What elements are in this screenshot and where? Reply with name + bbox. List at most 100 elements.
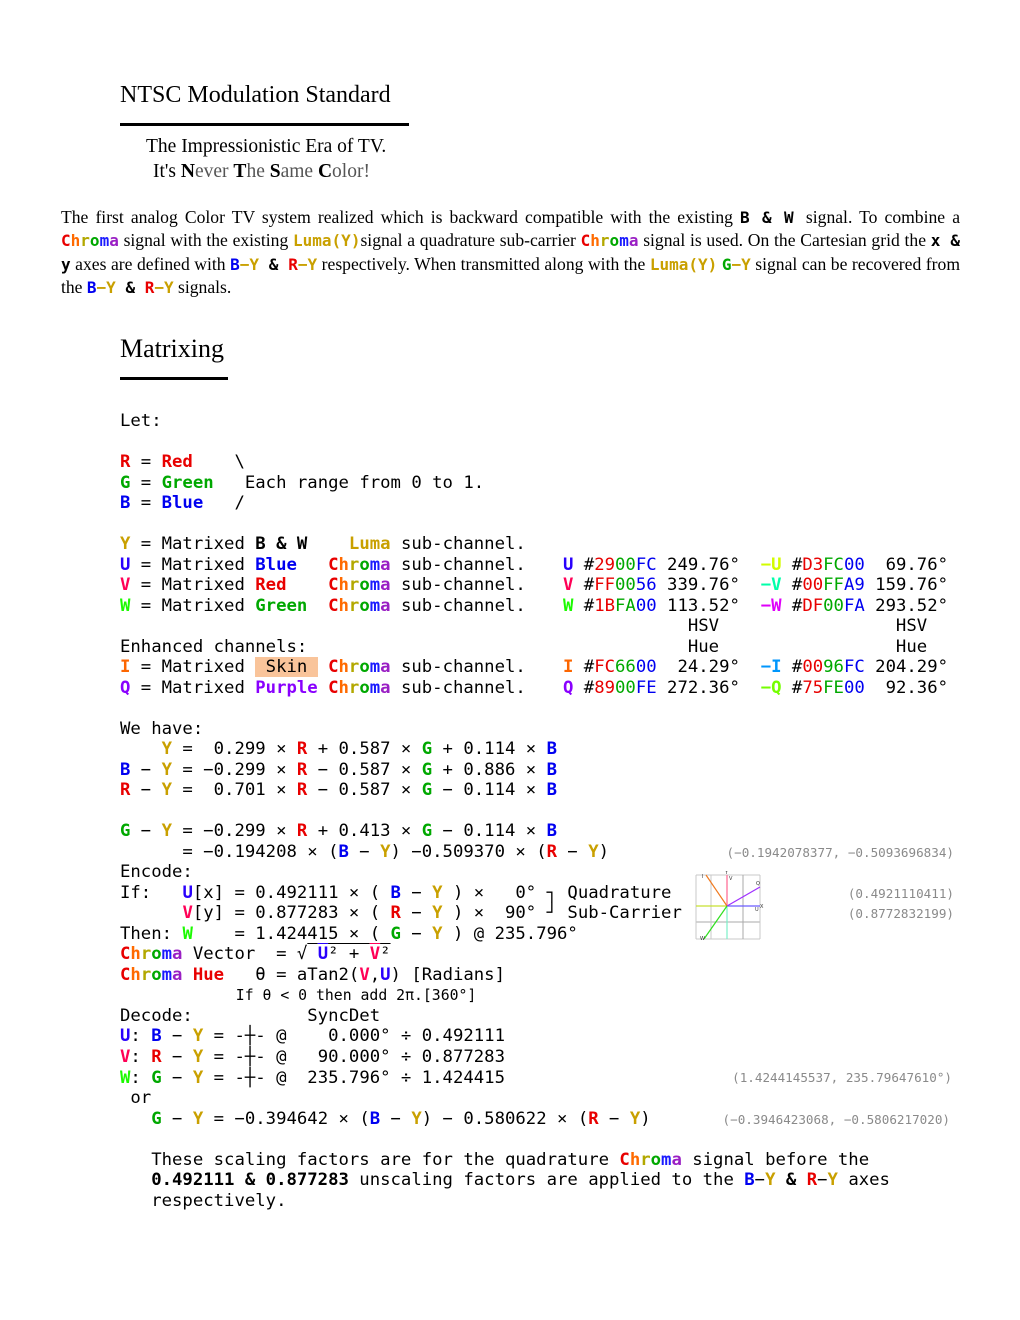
text-segment: # xyxy=(781,595,803,616)
text-segment xyxy=(318,657,328,677)
text-segment: 69.76° xyxy=(864,554,948,575)
colored-term-y: Y xyxy=(192,1067,204,1088)
note-gy-uv: (−0.3946423068, −0.5806217020) xyxy=(722,1112,950,1127)
colored-term-b: B xyxy=(546,739,558,760)
text-segment: # xyxy=(573,595,595,616)
table-row xyxy=(563,493,948,514)
colored-term-g: 00 xyxy=(615,677,636,698)
colored-term-w: W xyxy=(120,595,131,616)
colored-term-r: 00 xyxy=(802,657,824,678)
colored-term-r: R xyxy=(120,452,131,473)
text-segment xyxy=(120,739,162,759)
equation-line: respectively. xyxy=(120,1191,890,1212)
equation-line: U: B − Y = -┼- @ 0.000° ÷ 0.492111 xyxy=(120,1026,890,1047)
colored-term-b: B xyxy=(390,882,401,903)
colored-term-r: 00 xyxy=(802,575,824,596)
chroma-letter: h xyxy=(338,657,349,678)
text-segment: # xyxy=(573,554,595,575)
chroma-letter: a xyxy=(380,554,391,575)
subtitle-segment: ever xyxy=(194,161,234,182)
equation-line: V: R − Y = -┼- @ 90.000° ÷ 0.877283 xyxy=(120,1047,890,1068)
vector-i xyxy=(705,874,728,907)
chroma-letter: C xyxy=(328,554,339,575)
colored-term-g: Green xyxy=(161,472,214,493)
diagram-grid xyxy=(695,874,761,940)
diagram-label-v: V xyxy=(729,876,733,882)
text-segment: 159.76° xyxy=(864,575,948,596)
equation-line: G − Y = −0.299 × R + 0.413 × G − 0.114 ×… xyxy=(120,821,890,842)
colored-term-b: 00 xyxy=(843,554,865,575)
text-segment: − xyxy=(598,1108,630,1129)
equation-line: Y = 0.299 × R + 0.587 × G + 0.114 × B xyxy=(120,739,890,760)
chroma-letter: r xyxy=(348,595,360,616)
text-segment: axes are defined with xyxy=(70,253,231,274)
chroma-letter: h xyxy=(338,677,349,698)
colored-term-y: Y xyxy=(629,1108,641,1129)
chroma-letter: h xyxy=(338,575,349,596)
note-gy-coefficients: (−0.1942078377, −0.5093696834) xyxy=(726,845,954,860)
equation-line: If θ < 0 then add 2π.[360°] xyxy=(120,985,890,1006)
colored-term-g: G xyxy=(421,780,433,801)
text-segment xyxy=(120,1109,151,1129)
colored-term-b: FA xyxy=(843,595,865,616)
subtitle-segment: N xyxy=(180,161,195,182)
text-segment: − xyxy=(400,882,433,903)
chroma-letter: m xyxy=(619,231,629,251)
chroma-letter: o xyxy=(650,1149,662,1170)
text-segment xyxy=(286,575,328,595)
colored-term-r: Hue xyxy=(192,964,225,985)
colored-term-v: V xyxy=(563,575,574,596)
text-segment: − xyxy=(400,903,433,924)
chroma-letter: m xyxy=(369,575,381,596)
text-segment: or xyxy=(120,1088,152,1109)
colored-term-b: FE xyxy=(635,677,657,698)
colored-term-u: U xyxy=(182,882,193,903)
colored-term-y: Y xyxy=(161,780,173,801)
text-segment: − xyxy=(380,1108,412,1129)
text-segment: ) −0.509370 × ( xyxy=(390,841,547,862)
text-segment: sub-channel. xyxy=(390,595,526,616)
chroma-word: Chroma xyxy=(120,944,182,964)
colored-term-y: Y xyxy=(161,739,173,760)
text-segment: Then: xyxy=(120,923,183,944)
text-segment: + 0.886 × xyxy=(432,759,547,780)
text-segment: If: xyxy=(120,882,183,903)
colored-term-g: FC xyxy=(823,554,844,575)
chroma-letter: m xyxy=(369,677,381,698)
colored-term-y: Y xyxy=(432,882,443,903)
colored-term-y: −Y xyxy=(154,278,174,298)
text-segment: # xyxy=(573,657,595,678)
text-segment xyxy=(307,944,317,964)
note-v-scale: (0.8772832199) xyxy=(847,906,954,921)
text-segment: = 0.701 × xyxy=(172,780,297,801)
text-segment: = Matrixed xyxy=(130,575,256,596)
chroma-vector-diagram: I Y V Q X U W xyxy=(695,871,764,941)
colored-term-b: B xyxy=(546,821,558,842)
text-segment: & xyxy=(115,278,145,298)
colored-term-y: Y xyxy=(588,841,599,862)
text-segment: − xyxy=(754,1170,766,1191)
colored-term-g: FF xyxy=(823,575,844,596)
chroma-letter: o xyxy=(151,944,162,965)
colored-term-y: Luma(Y) xyxy=(293,231,361,251)
chroma-letter: h xyxy=(70,231,81,251)
text-segment: # xyxy=(781,677,803,698)
chroma-letter: m xyxy=(161,944,173,965)
colored-term-r: R xyxy=(296,780,308,801)
text-segment: axes xyxy=(837,1170,890,1191)
chroma-letter: C xyxy=(328,657,339,678)
table-row xyxy=(563,452,948,473)
colored-term-b: Blue xyxy=(161,493,204,514)
text-segment: Vector = √ xyxy=(182,944,308,965)
colored-term-b: B xyxy=(151,1026,162,1047)
text-segment: = Matrixed xyxy=(130,534,256,555)
diagram-label-w: W xyxy=(700,936,705,941)
colored-term-i: I xyxy=(563,657,574,678)
subtitle-segment: T xyxy=(233,161,247,182)
colored-term-v: V xyxy=(369,944,381,965)
text-segment: ) xyxy=(640,1108,651,1129)
colored-term-y: −Y xyxy=(297,254,318,274)
page-title: NTSC Modulation Standard xyxy=(120,82,391,108)
text-segment: − xyxy=(557,841,589,862)
colored-term-b: B xyxy=(120,493,131,514)
